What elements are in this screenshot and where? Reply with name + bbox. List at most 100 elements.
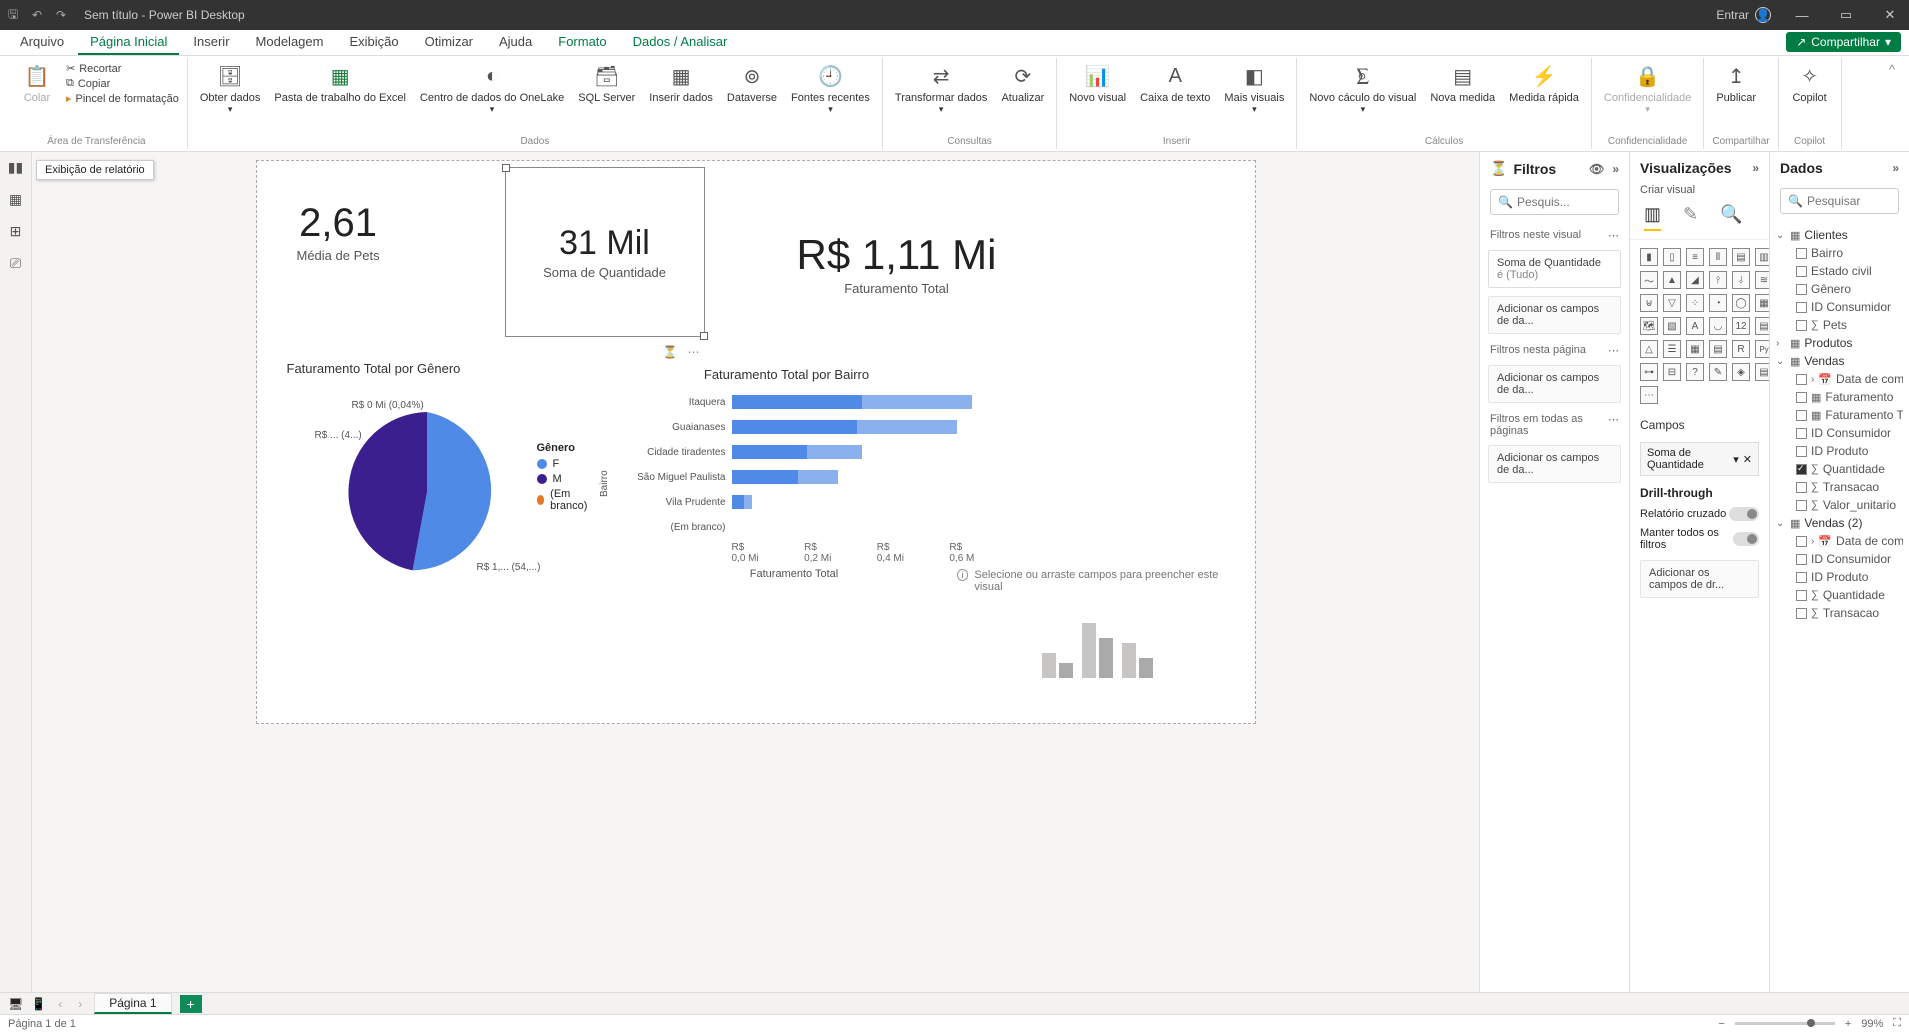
viz-scatter-icon[interactable]: ⁘ [1686, 294, 1704, 312]
keep-filters-toggle[interactable] [1733, 532, 1759, 546]
collapse-icon[interactable]: » [1752, 161, 1759, 175]
viz-stacked-column-icon[interactable]: ▯ [1663, 248, 1681, 266]
viz-azure-map-icon[interactable]: A [1686, 317, 1704, 335]
viz-funnel-icon[interactable]: ▽ [1663, 294, 1681, 312]
maximize-button[interactable]: ▭ [1833, 7, 1859, 23]
save-icon[interactable]: 🖫 [6, 8, 20, 22]
field-quantidade[interactable]: ∑Quantidade [1776, 586, 1903, 604]
viz-gauge-icon[interactable]: ◡ [1709, 317, 1727, 335]
drill-add-fields[interactable]: Adicionar os campos de dr... [1640, 560, 1759, 598]
visual-calc-button[interactable]: ⨊Novo cáculo do visual▾ [1305, 60, 1420, 134]
field-id-consumidor[interactable]: ID Consumidor [1776, 550, 1903, 568]
eye-icon[interactable]: 👁 [1589, 162, 1604, 176]
sensitivity-button[interactable]: 🔒Confidencialidade▾ [1600, 60, 1695, 134]
viz-map-icon[interactable]: 🗺 [1640, 317, 1658, 335]
viz-line-col2-icon[interactable]: ⫰ [1732, 271, 1750, 289]
viz-more-ellipsis-icon[interactable]: ⋯ [1640, 386, 1658, 404]
get-data-button[interactable]: 🗄Obter dados▾ [196, 60, 265, 134]
bar-chart-visual[interactable]: Faturamento Total por Bairro Bairro Itaq… [597, 367, 977, 580]
viz-area-icon[interactable]: ▲ [1663, 271, 1681, 289]
viz-slicer-icon[interactable]: ☰ [1663, 340, 1681, 358]
onelake-button[interactable]: ◐Centro de dados do OneLake▾ [416, 60, 568, 134]
table-clientes[interactable]: ⌄▦Clientes [1776, 226, 1903, 244]
new-measure-button[interactable]: ▤Nova medida [1426, 60, 1499, 134]
analytics-icon[interactable]: 🔍 [1720, 204, 1742, 231]
viz-clustered-column-icon[interactable]: ⫴ [1709, 248, 1727, 266]
tab-pagina-inicial[interactable]: Página Inicial [78, 30, 179, 55]
table-vendas--2-[interactable]: ⌄▦Vendas (2) [1776, 514, 1903, 532]
publish-button[interactable]: ↥Publicar [1712, 60, 1760, 134]
viz-stacked-area-icon[interactable]: ◢ [1686, 271, 1704, 289]
quick-measure-button[interactable]: ⚡Medida rápida [1505, 60, 1583, 134]
add-page-button[interactable]: + [180, 995, 202, 1013]
field-id-produto[interactable]: ID Produto [1776, 442, 1903, 460]
page-tab-1[interactable]: Página 1 [94, 993, 171, 1014]
report-canvas[interactable]: 2,61 Média de Pets 31 Mil Soma de Quanti… [256, 160, 1256, 724]
filter-add-visual[interactable]: Adicionar os campos de da... [1488, 296, 1621, 334]
field-quantidade[interactable]: ∑Quantidade [1776, 460, 1903, 478]
new-visual-button[interactable]: 📊Novo visual [1065, 60, 1130, 134]
filter-icon[interactable]: ⏳ [663, 345, 678, 359]
copy-button[interactable]: ⧉Copiar [66, 77, 179, 90]
transform-data-button[interactable]: ⇄Transformar dados▾ [891, 60, 992, 134]
recent-sources-button[interactable]: 🕘Fontes recentes▾ [787, 60, 874, 134]
prev-page-icon[interactable]: ‹ [54, 997, 66, 1011]
viz-pie-icon[interactable]: ◔ [1709, 294, 1727, 312]
tab-formato[interactable]: Formato [546, 30, 618, 55]
field-data-de-compra[interactable]: ›📅Data de compra [1776, 532, 1903, 550]
signin-button[interactable]: Entrar 👤 [1716, 7, 1771, 23]
field-data-de-compra[interactable]: ›📅Data de compra [1776, 370, 1903, 388]
undo-icon[interactable]: ↶ [30, 8, 44, 22]
field-g-nero[interactable]: Gênero [1776, 280, 1903, 298]
viz-donut-icon[interactable]: ◯ [1732, 294, 1750, 312]
viz-r-icon[interactable]: R [1732, 340, 1750, 358]
more-options-icon[interactable]: ⋯ [687, 345, 699, 359]
empty-visual[interactable]: i Selecione ou arraste campos para preen… [957, 569, 1247, 683]
sql-button[interactable]: 🗃SQL Server [574, 60, 639, 134]
viz-goals-icon[interactable]: ◈ [1732, 363, 1750, 381]
build-visual-icon[interactable]: ▥ [1644, 204, 1661, 231]
refresh-button[interactable]: ⟳Atualizar [997, 60, 1048, 134]
viz-line-col-icon[interactable]: ⫯ [1709, 271, 1727, 289]
pie-chart-visual[interactable]: Faturamento Total por Gênero R$ 0 Mi (0,… [287, 361, 597, 582]
tab-otimizar[interactable]: Otimizar [413, 30, 485, 55]
viz-100bar-icon[interactable]: ▤ [1732, 248, 1750, 266]
viz-keyinfluencer-icon[interactable]: ⊶ [1640, 363, 1658, 381]
report-view-icon[interactable]: ▮▮ [7, 158, 25, 176]
table-vendas[interactable]: ⌄▦Vendas [1776, 352, 1903, 370]
ellipsis-icon[interactable]: ⋯ [1608, 344, 1619, 357]
tab-dados-analisar[interactable]: Dados / Analisar [621, 30, 740, 55]
cross-report-toggle[interactable] [1729, 507, 1759, 521]
ellipsis-icon[interactable]: ⋯ [1608, 413, 1619, 437]
tab-ajuda[interactable]: Ajuda [487, 30, 544, 55]
collapse-ribbon-icon[interactable]: ^ [1881, 58, 1903, 149]
tab-modelagem[interactable]: Modelagem [244, 30, 336, 55]
viz-decomp-icon[interactable]: ⊟ [1663, 363, 1681, 381]
dax-view-icon[interactable]: ⎚ [7, 254, 25, 272]
canvas-area[interactable]: 2,61 Média de Pets 31 Mil Soma de Quanti… [32, 152, 1479, 992]
viz-line-icon[interactable]: 〜 [1640, 271, 1658, 289]
ellipsis-icon[interactable]: ⋯ [1608, 229, 1619, 242]
share-button[interactable]: ↗Compartilhar ▾ [1786, 32, 1901, 52]
card-soma-quantidade[interactable]: 31 Mil Soma de Quantidade [505, 167, 705, 337]
viz-matrix-icon[interactable]: ▤ [1709, 340, 1727, 358]
field-id-consumidor[interactable]: ID Consumidor [1776, 298, 1903, 316]
tab-arquivo[interactable]: Arquivo [8, 30, 76, 55]
desktop-layout-icon[interactable]: 🖥 [8, 997, 23, 1011]
textbox-button[interactable]: ACaixa de texto [1136, 60, 1214, 134]
paste-button[interactable]: 📋Colar [14, 60, 60, 134]
field-bairro[interactable]: Bairro [1776, 244, 1903, 262]
copilot-button[interactable]: ✧Copilot [1787, 60, 1833, 134]
filter-add-all[interactable]: Adicionar os campos de da... [1488, 445, 1621, 483]
viz-filled-map-icon[interactable]: ▧ [1663, 317, 1681, 335]
viz-clustered-bar-icon[interactable]: ≡ [1686, 248, 1704, 266]
table-view-icon[interactable]: ▦ [7, 190, 25, 208]
filter-card-qty[interactable]: Soma de Quantidade é (Tudo) [1488, 250, 1621, 288]
filter-add-page[interactable]: Adicionar os campos de da... [1488, 365, 1621, 403]
viz-table-icon[interactable]: ▦ [1686, 340, 1704, 358]
chevron-down-icon[interactable]: ▾ [1733, 453, 1739, 466]
minimize-button[interactable]: — [1789, 8, 1815, 23]
more-visuals-button[interactable]: ◧Mais visuais▾ [1220, 60, 1288, 134]
viz-kpi-icon[interactable]: △ [1640, 340, 1658, 358]
viz-stacked-bar-icon[interactable]: ▮ [1640, 248, 1658, 266]
